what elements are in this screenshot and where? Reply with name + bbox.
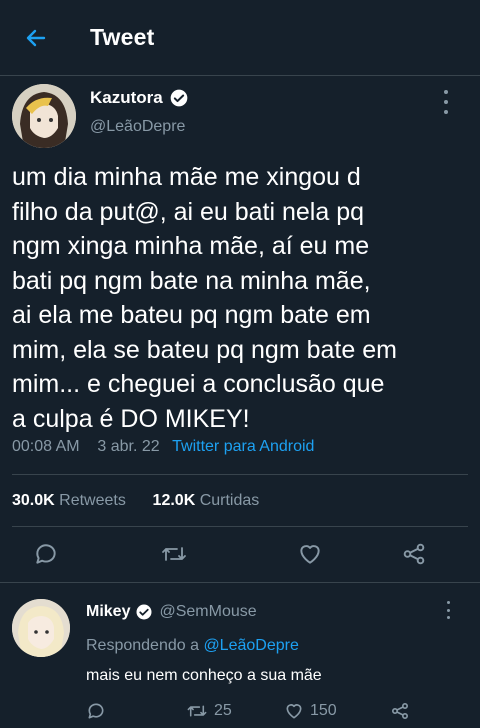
tweet-text-line: ngm xinga minha mãe, aí eu me xyxy=(12,232,370,260)
more-dot-icon xyxy=(446,608,450,612)
replying-prefix: Respondendo a xyxy=(86,637,199,654)
reply-author-row: Mikey @SemMouse xyxy=(86,603,257,621)
reply-retweet-button[interactable]: 25 xyxy=(186,701,232,721)
back-button[interactable] xyxy=(22,24,50,52)
tweet-actions xyxy=(0,532,480,576)
reply-comment-button[interactable] xyxy=(86,701,112,721)
reply-more-options-button[interactable] xyxy=(440,601,456,619)
divider xyxy=(12,474,468,475)
author-row: Kazutora xyxy=(90,88,189,108)
avatar[interactable] xyxy=(12,84,76,148)
reply-actions: 25 150 xyxy=(86,701,476,725)
verified-badge-icon xyxy=(136,604,152,620)
more-options-button[interactable] xyxy=(436,90,456,114)
divider xyxy=(12,526,468,527)
reply-share-button[interactable] xyxy=(390,701,416,721)
reply-text: mais eu nem conheço a sua mãe xyxy=(86,667,322,684)
reply-button[interactable] xyxy=(32,540,60,568)
heart-icon xyxy=(286,704,302,719)
replying-to: Respondendo a @LeãoDepre xyxy=(86,637,299,655)
retweet-button[interactable] xyxy=(160,540,188,568)
tweet-text-line: ai ela me bateu pq ngm bate em xyxy=(12,301,371,329)
page-title: Tweet xyxy=(90,24,155,50)
reply-tweet[interactable]: Mikey @SemMouse Respondendo a @LeãoDepre… xyxy=(0,582,480,728)
tweet-time: 00:08 AM xyxy=(12,438,80,455)
reply-avatar-image xyxy=(12,599,70,657)
tweet-text-line: um dia minha mãe me xingou d xyxy=(12,163,361,191)
retweet-icon xyxy=(187,705,207,717)
share-icon xyxy=(392,703,408,719)
likes-label[interactable]: Curtidas xyxy=(200,492,260,509)
tweet-text-line: filho da put@, ai eu bati nela pq xyxy=(12,197,365,226)
reply-author-name[interactable]: Mikey xyxy=(86,603,130,621)
reply-retweet-count: 25 xyxy=(214,702,232,719)
retweets-label[interactable]: Retweets xyxy=(59,492,126,509)
author-handle[interactable]: @LeãoDepre xyxy=(90,118,185,136)
tweet-text-line: mim... e cheguei a conclusão que xyxy=(12,370,385,398)
verified-badge-icon xyxy=(170,89,188,107)
author-name[interactable]: Kazutora xyxy=(90,88,163,108)
heart-icon xyxy=(300,545,320,564)
replying-mention-link[interactable]: @LeãoDepre xyxy=(203,637,298,654)
share-button[interactable] xyxy=(400,540,428,568)
more-dot-icon xyxy=(444,110,448,114)
tweet-source-link[interactable]: Twitter para Android xyxy=(172,438,314,455)
like-button[interactable] xyxy=(296,540,324,568)
reply-avatar[interactable] xyxy=(12,599,70,657)
share-icon xyxy=(403,543,425,565)
reply-author-handle[interactable]: @SemMouse xyxy=(159,603,256,621)
tweet-text-line: bati pq ngm bate na minha mãe, xyxy=(12,266,371,295)
tweet-meta: 00:08 AM 3 abr. 22 Twitter para Android xyxy=(12,438,314,456)
tweet-text-line: a culpa é DO MIKEY! xyxy=(12,404,250,433)
more-dot-icon xyxy=(446,601,450,604)
top-bar: Tweet xyxy=(0,0,480,76)
arrow-left-icon xyxy=(26,29,46,47)
retweets-count[interactable]: 30.0K xyxy=(12,492,55,509)
tweet-stats: 30.0K Retweets 12.0K Curtidas xyxy=(12,492,259,510)
comment-icon xyxy=(36,544,56,564)
comment-icon xyxy=(88,703,104,719)
more-dot-icon xyxy=(444,90,448,94)
tweet-date: 3 abr. 22 xyxy=(97,438,160,455)
retweet-icon xyxy=(162,547,186,561)
more-dot-icon xyxy=(444,100,448,104)
likes-count[interactable]: 12.0K xyxy=(153,492,196,509)
tweet-text: um dia minha mãe me xingou d filho da pu… xyxy=(12,160,472,436)
reply-like-button[interactable]: 150 xyxy=(284,701,337,721)
reply-like-count: 150 xyxy=(310,702,337,719)
avatar-image xyxy=(12,84,76,148)
more-dot-icon xyxy=(446,616,450,619)
tweet-text-line: mim, ela se bateu pq ngm bate em xyxy=(12,335,397,364)
